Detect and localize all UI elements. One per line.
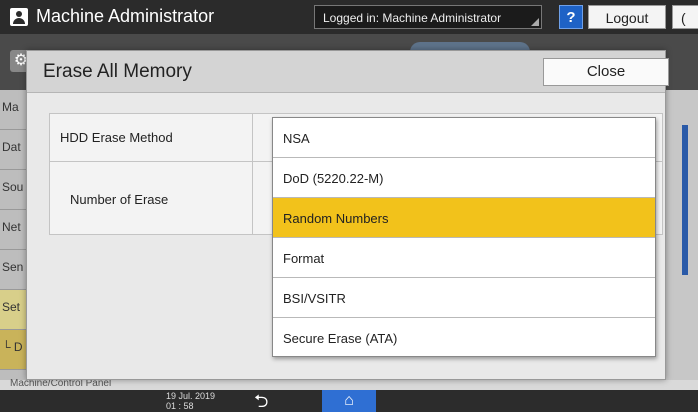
logout-button[interactable]: Logout <box>588 5 666 29</box>
option-dod[interactable]: DoD (5220.22-M) <box>273 158 655 198</box>
help-button[interactable]: ? <box>559 5 583 29</box>
sidebar-item: Ma <box>0 90 26 130</box>
date-text: 19 Jul. 2019 <box>166 391 216 401</box>
option-nsa[interactable]: NSA <box>273 118 655 158</box>
date-time: 19 Jul. 2019 01 : 58 <box>166 391 215 411</box>
sidebar-item: Sou <box>0 170 26 210</box>
time-text: 01 : 58 <box>166 401 194 411</box>
moon-icon[interactable]: ( <box>672 5 698 29</box>
option-secure-erase-ata[interactable]: Secure Erase (ATA) <box>273 318 655 358</box>
sidebar-item: Set <box>0 290 26 330</box>
dialog-title: Erase All Memory <box>43 61 192 82</box>
hdd-erase-method-label: HDD Erase Method <box>60 130 173 145</box>
number-of-erase-label: Number of Erase <box>70 192 169 207</box>
scrollbar <box>682 125 688 275</box>
close-button[interactable]: Close <box>543 58 669 86</box>
login-status-text: Logged in: Machine Administrator <box>323 11 502 25</box>
home-icon[interactable]: ⌂ <box>322 390 376 412</box>
sidebar-item: Dat <box>0 130 26 170</box>
user-title: Machine Administrator <box>36 6 215 26</box>
option-format[interactable]: Format <box>273 238 655 278</box>
back-icon[interactable]: ⮌ <box>254 392 268 410</box>
option-bsi-vsitr[interactable]: BSI/VSITR <box>273 278 655 318</box>
dialog-header: Erase All Memory Close <box>27 51 669 93</box>
column-divider <box>252 114 253 234</box>
option-random-numbers[interactable]: Random Numbers <box>273 198 655 238</box>
top-bar: Machine Administrator Logged in: Machine… <box>0 0 698 34</box>
sidebar-item: Net <box>0 210 26 250</box>
login-status[interactable]: Logged in: Machine Administrator <box>314 5 542 29</box>
sidebar-item: └ D <box>0 330 26 370</box>
background-sidebar: Ma Dat Sou Net Sen Set └ D <box>0 90 26 380</box>
erase-method-dropdown: NSA DoD (5220.22-M) Random Numbers Forma… <box>272 117 656 357</box>
bottom-bar: 19 Jul. 2019 01 : 58 ⮌ ⌂ <box>0 390 698 412</box>
corner-icon <box>531 18 539 26</box>
sidebar-item: Sen <box>0 250 26 290</box>
user-icon <box>10 8 28 26</box>
